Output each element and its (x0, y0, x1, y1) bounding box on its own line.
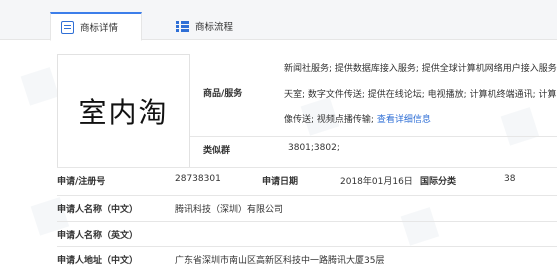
tab-label: 商标流程 (195, 22, 234, 33)
watermark-mark: ■ (493, 95, 545, 152)
tab-bar: 商标详情 商标流程 (0, 0, 557, 41)
applicant-cn-label: 申请人名称（中文） (57, 205, 139, 215)
divider (57, 167, 557, 168)
watermark-mark: ■ (393, 195, 445, 252)
divider (57, 246, 557, 247)
list-icon (176, 20, 189, 33)
tab-trademark-detail[interactable]: 商标详情 (50, 12, 142, 41)
applicant-en-label: 申请人名称（英文） (57, 231, 139, 241)
divider (57, 195, 557, 196)
document-icon (61, 20, 74, 34)
apply-date-value: 2018年01月16日 (340, 177, 413, 187)
applicant-cn-value: 腾讯科技（深圳）有限公司 (175, 205, 284, 215)
view-details-link[interactable]: 查看详细信息 (377, 115, 431, 125)
goods-services-line: 新闻社服务; 提供数据库接入服务; 提供全球计算机网络用户接入服务 (284, 64, 557, 74)
apply-date-label: 申请日期 (262, 177, 299, 187)
reg-no-label: 申请/注册号 (57, 177, 106, 187)
goods-services-label: 商品/服务 (203, 89, 243, 99)
address-cn-label: 申请人地址（中文） (57, 256, 139, 266)
intl-class-value: 38 (504, 174, 516, 184)
divider (57, 221, 557, 222)
goods-services-text: 像传送; 视频点播传输; (284, 115, 374, 125)
tab-trademark-process[interactable]: 商标流程 (176, 12, 233, 40)
goods-services-line: 天室; 数字文件传送; 提供在线论坛; 电视播放; 计算机终端通讯; 计算 (284, 90, 557, 100)
goods-services-line: 像传送; 视频点播传输; 查看详细信息 (284, 112, 431, 125)
address-cn-value: 广东省深圳市南山区高新区科技中一路腾讯大厦35层 (175, 256, 385, 266)
intl-class-label: 国际分类 (420, 177, 457, 187)
trademark-image: 室内淘 (57, 54, 190, 167)
similar-group-label: 类似群 (203, 146, 231, 156)
trademark-image-text: 室内淘 (78, 96, 169, 129)
similar-group-value: 3801;3802; (288, 143, 340, 153)
divider (190, 136, 557, 137)
tab-label: 商标详情 (80, 23, 119, 34)
reg-no-value: 28738301 (175, 174, 221, 184)
